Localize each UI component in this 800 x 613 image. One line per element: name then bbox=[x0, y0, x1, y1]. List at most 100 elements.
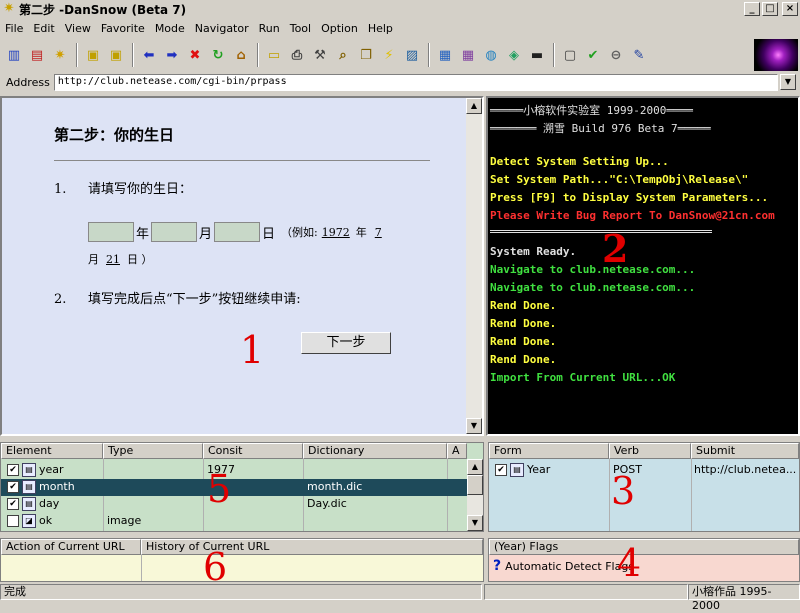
menu-option[interactable]: Option bbox=[316, 22, 363, 35]
column-header-a[interactable]: A bbox=[447, 443, 467, 459]
column-header-dictionary[interactable]: Dictionary bbox=[303, 443, 447, 459]
picture-icon[interactable]: ▨ bbox=[401, 44, 423, 66]
month-input[interactable] bbox=[151, 222, 198, 242]
actions-panel: Action of Current URL History of Current… bbox=[0, 538, 484, 589]
column-header-history[interactable]: History of Current URL bbox=[141, 539, 483, 555]
example-suffix: 日 ） bbox=[127, 253, 153, 266]
address-dropdown-button[interactable]: ▼ bbox=[780, 74, 796, 90]
books-icon[interactable]: ▥ bbox=[3, 44, 25, 66]
console-header-1: ═════小榕软件实验室 1999-2000════ bbox=[490, 104, 693, 117]
sun-icon[interactable]: ✷ bbox=[49, 44, 71, 66]
address-input[interactable]: http://club.netease.com/cgi-bin/prpass bbox=[53, 73, 778, 91]
window-icon[interactable]: ▢ bbox=[559, 44, 581, 66]
day-input[interactable] bbox=[214, 222, 261, 242]
status-credits: 小榕作品 1995-2000 bbox=[688, 584, 800, 612]
flags-item-label: Automatic Detect Flags bbox=[505, 559, 635, 573]
table-row[interactable]: ✔ ▤ day Day.dic bbox=[1, 496, 467, 513]
row-checkbox[interactable]: ✔ bbox=[495, 464, 507, 476]
table-row[interactable]: ✔ ▤ Year POST http://club.netea... bbox=[489, 462, 799, 479]
scroll-up-button[interactable]: ▲ bbox=[467, 459, 483, 475]
menu-favorite[interactable]: Favorite bbox=[96, 22, 150, 35]
column-header-verb[interactable]: Verb bbox=[609, 443, 691, 459]
table-row-selected[interactable]: ✔ ▤ month month.dic bbox=[1, 479, 467, 496]
table-row[interactable]: ✔ ▤ year 1977 bbox=[1, 462, 467, 479]
cell-element: day bbox=[39, 497, 60, 510]
next-step-button[interactable]: 下一步 bbox=[301, 332, 391, 354]
refresh-icon[interactable]: ↻ bbox=[207, 44, 229, 66]
marker-3: 3 bbox=[611, 469, 636, 513]
open-folder-icon[interactable]: ▭ bbox=[263, 44, 285, 66]
console-line: Rend Done. bbox=[490, 335, 557, 348]
back-arrow-icon[interactable]: ⬅ bbox=[138, 44, 160, 66]
example-day: 21 bbox=[106, 253, 120, 266]
lightning-icon[interactable]: ⚡ bbox=[378, 44, 400, 66]
layout-icon[interactable]: ▦ bbox=[434, 44, 456, 66]
flags-item[interactable]: ? Automatic Detect Flags bbox=[493, 558, 634, 574]
row-checkbox[interactable]: ✔ bbox=[7, 464, 19, 476]
elements-scrollbar[interactable]: ▲ ▼ bbox=[467, 459, 483, 531]
column-header-element[interactable]: Element bbox=[1, 443, 103, 459]
elements-table: Element Type Consit Dictionary A ✔ ▤ year… bbox=[0, 442, 484, 532]
window-title: 第二步 -DanSnow (Beta 7) bbox=[19, 2, 187, 17]
stop-icon[interactable]: ✖ bbox=[184, 44, 206, 66]
folder-star-icon[interactable]: ▣ bbox=[105, 44, 127, 66]
title-bar: ✷ 第二步 -DanSnow (Beta 7) _ □ × bbox=[0, 0, 800, 18]
marker-1: 1 bbox=[240, 328, 265, 372]
app-sun-icon[interactable]: ✷ bbox=[2, 2, 16, 16]
scroll-down-button[interactable]: ▼ bbox=[467, 515, 483, 531]
question-1-text: 请填写你的生日： bbox=[88, 182, 193, 197]
grid-icon[interactable]: ▦ bbox=[457, 44, 479, 66]
column-header-submit[interactable]: Submit bbox=[691, 443, 799, 459]
address-label: Address bbox=[6, 75, 50, 89]
home-icon[interactable]: ⌂ bbox=[230, 44, 252, 66]
menu-view[interactable]: View bbox=[60, 22, 96, 35]
close-button[interactable]: × bbox=[782, 2, 798, 16]
console-line: Rend Done. bbox=[490, 299, 557, 312]
scroll-thumb[interactable] bbox=[467, 475, 483, 495]
scroll-down-button[interactable]: ▼ bbox=[466, 418, 482, 434]
address-bar: Address http://club.netease.com/cgi-bin/… bbox=[0, 72, 800, 92]
menu-help[interactable]: Help bbox=[363, 22, 398, 35]
menu-file[interactable]: File bbox=[0, 22, 28, 35]
row-checkbox[interactable]: ✔ bbox=[7, 481, 19, 493]
column-header-type[interactable]: Type bbox=[103, 443, 203, 459]
check-icon[interactable]: ✔ bbox=[582, 44, 604, 66]
table-row[interactable]: ◪ ok image bbox=[1, 513, 467, 530]
minus-icon[interactable]: ⊖ bbox=[605, 44, 627, 66]
menu-run[interactable]: Run bbox=[254, 22, 285, 35]
example-prefix: （例如: bbox=[281, 226, 318, 239]
scroll-up-button[interactable]: ▲ bbox=[466, 98, 482, 114]
year-input[interactable] bbox=[88, 222, 134, 242]
menu-mode[interactable]: Mode bbox=[150, 22, 190, 35]
field-icon: ▤ bbox=[22, 480, 36, 494]
menu-navigator[interactable]: Navigator bbox=[190, 22, 254, 35]
browser-scrollbar[interactable]: ▲ ▼ bbox=[466, 98, 482, 434]
year-label: 年 bbox=[136, 226, 150, 242]
question-1: 1. 请填写你的生日： bbox=[54, 178, 192, 197]
copy-icon[interactable]: ❐ bbox=[355, 44, 377, 66]
globe-icon[interactable]: ◍ bbox=[480, 44, 502, 66]
column-header-form[interactable]: Form bbox=[489, 443, 609, 459]
book-red-icon[interactable]: ▤ bbox=[26, 44, 48, 66]
find-icon[interactable]: ⌕ bbox=[332, 44, 354, 66]
minimize-button[interactable]: _ bbox=[744, 2, 760, 16]
print-icon[interactable]: ⎙ bbox=[286, 44, 308, 66]
menu-tool[interactable]: Tool bbox=[285, 22, 316, 35]
edit-icon[interactable]: ✎ bbox=[628, 44, 650, 66]
forward-arrow-icon[interactable]: ➡ bbox=[161, 44, 183, 66]
column-header-action[interactable]: Action of Current URL bbox=[1, 539, 141, 555]
web-icon[interactable]: ◈ bbox=[503, 44, 525, 66]
row-checkbox[interactable] bbox=[7, 515, 19, 527]
flags-panel: (Year) Flags ? Automatic Detect Flags 4 bbox=[488, 538, 800, 585]
folder-up-icon[interactable]: ▣ bbox=[82, 44, 104, 66]
console-header-2: ═══════ 溯雪 Build 976 Beta 7═════ bbox=[490, 122, 711, 135]
example-year-char: 年 bbox=[355, 226, 367, 239]
question-icon: ? bbox=[493, 558, 502, 574]
tools-icon[interactable]: ⚒ bbox=[309, 44, 331, 66]
monitor-icon[interactable]: ▬ bbox=[526, 44, 548, 66]
menu-edit[interactable]: Edit bbox=[28, 22, 59, 35]
maximize-button[interactable]: □ bbox=[762, 2, 778, 16]
column-header-consit[interactable]: Consit bbox=[203, 443, 303, 459]
row-checkbox[interactable]: ✔ bbox=[7, 498, 19, 510]
marker-5: 5 bbox=[207, 467, 232, 511]
